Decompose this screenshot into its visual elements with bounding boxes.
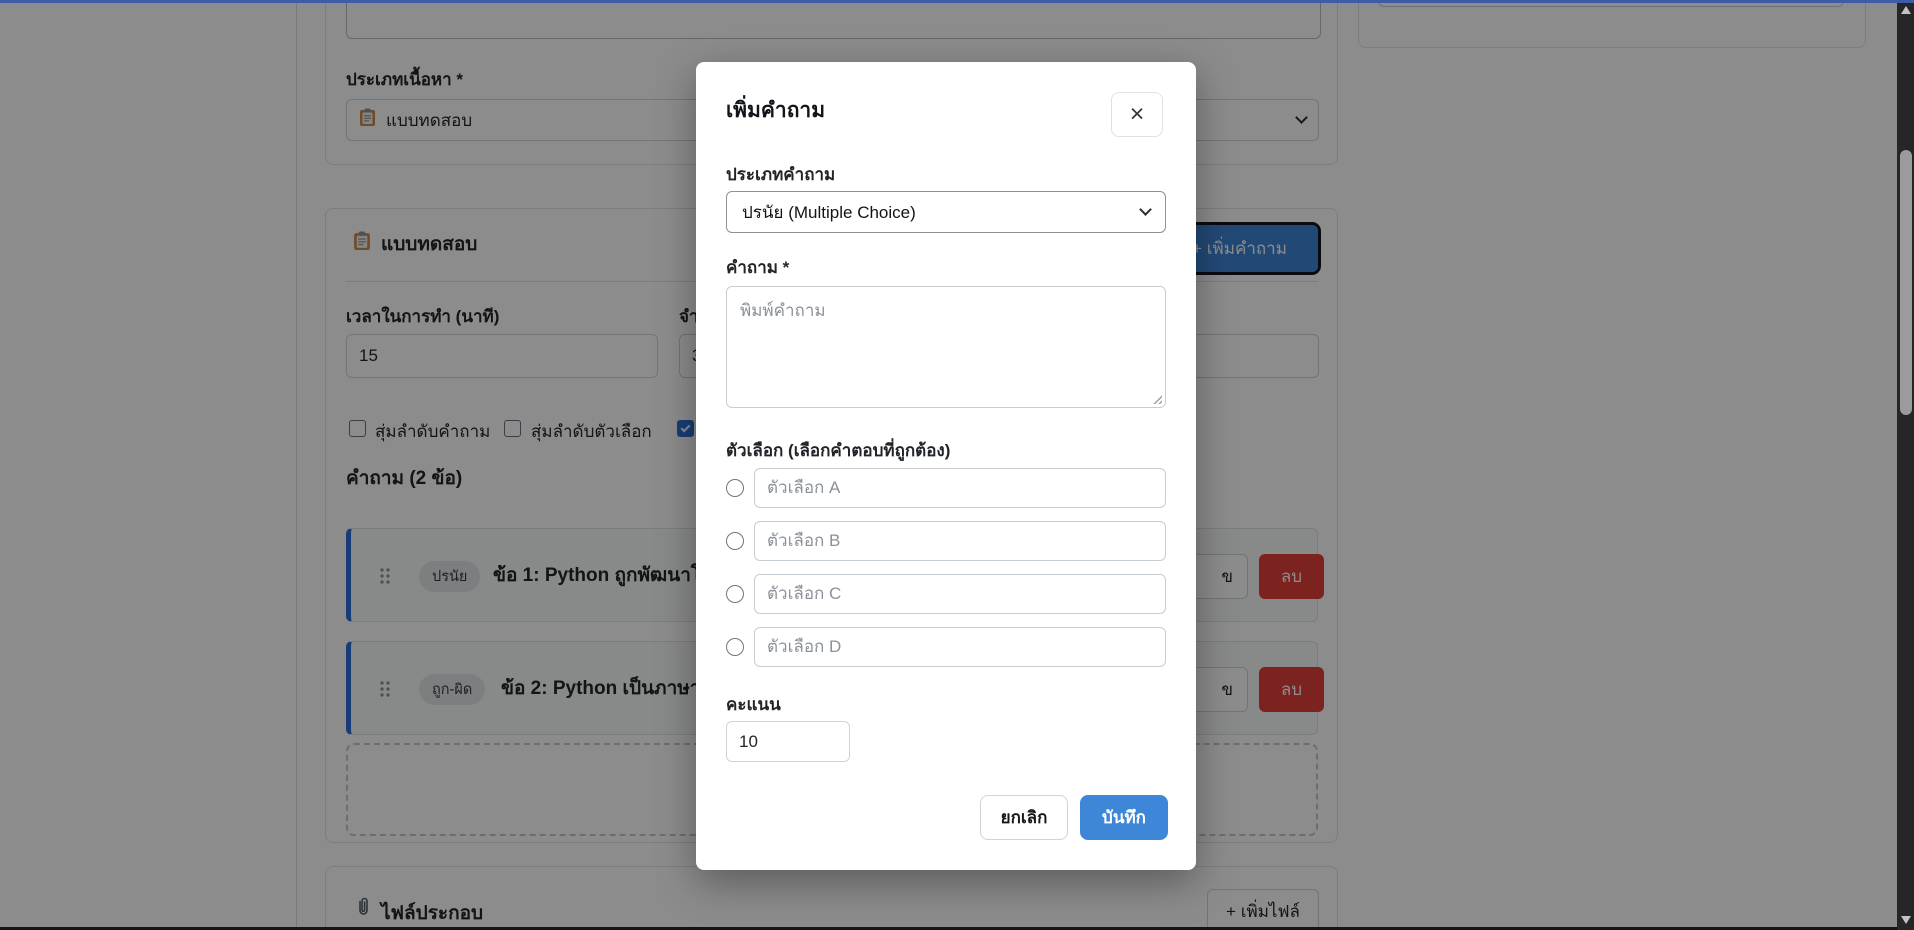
scrollbar[interactable] [1897, 0, 1914, 930]
modal-title: เพิ่มคำถาม [726, 94, 825, 127]
add-question-modal: เพิ่มคำถาม × ประเภทคำถาม ปรนัย (Multiple… [696, 62, 1196, 870]
chevron-down-icon [1139, 203, 1152, 216]
question-type-label: ประเภทคำถาม [726, 161, 835, 188]
option-a-radio[interactable] [726, 479, 744, 497]
option-row [696, 468, 1196, 508]
resize-handle-icon[interactable] [1151, 393, 1162, 404]
question-type-select[interactable]: ปรนัย (Multiple Choice) [726, 191, 1166, 233]
score-input[interactable] [726, 721, 850, 762]
option-row [696, 521, 1196, 561]
option-row [696, 574, 1196, 614]
save-button[interactable]: บันทึก [1080, 795, 1168, 840]
options-label: ตัวเลือก (เลือกคำตอบที่ถูกต้อง) [726, 437, 950, 464]
option-c-input[interactable] [754, 574, 1166, 614]
option-row [696, 627, 1196, 667]
question-type-selected-value: ปรนัย (Multiple Choice) [742, 199, 916, 226]
score-label: คะแนน [726, 691, 781, 718]
scroll-down-icon[interactable] [1901, 916, 1911, 924]
cancel-button[interactable]: ยกเลิก [980, 795, 1068, 840]
close-icon: × [1130, 102, 1145, 127]
option-d-radio[interactable] [726, 638, 744, 656]
question-placeholder: พิมพ์คำถาม [740, 297, 826, 324]
question-label: คำถาม * [726, 254, 789, 281]
option-a-input[interactable] [754, 468, 1166, 508]
modal-close-button[interactable]: × [1111, 92, 1163, 137]
option-d-input[interactable] [754, 627, 1166, 667]
option-b-radio[interactable] [726, 532, 744, 550]
top-accent-bar [0, 0, 1914, 3]
option-b-input[interactable] [754, 521, 1166, 561]
app-screen: ประเภทเนื้อหา * แบบทดสอบ แบบทดสอบ + เพิ่… [0, 0, 1914, 930]
option-c-radio[interactable] [726, 585, 744, 603]
question-textarea[interactable]: พิมพ์คำถาม [726, 286, 1166, 408]
scrollbar-thumb[interactable] [1900, 150, 1912, 415]
scroll-up-icon[interactable] [1901, 6, 1911, 14]
